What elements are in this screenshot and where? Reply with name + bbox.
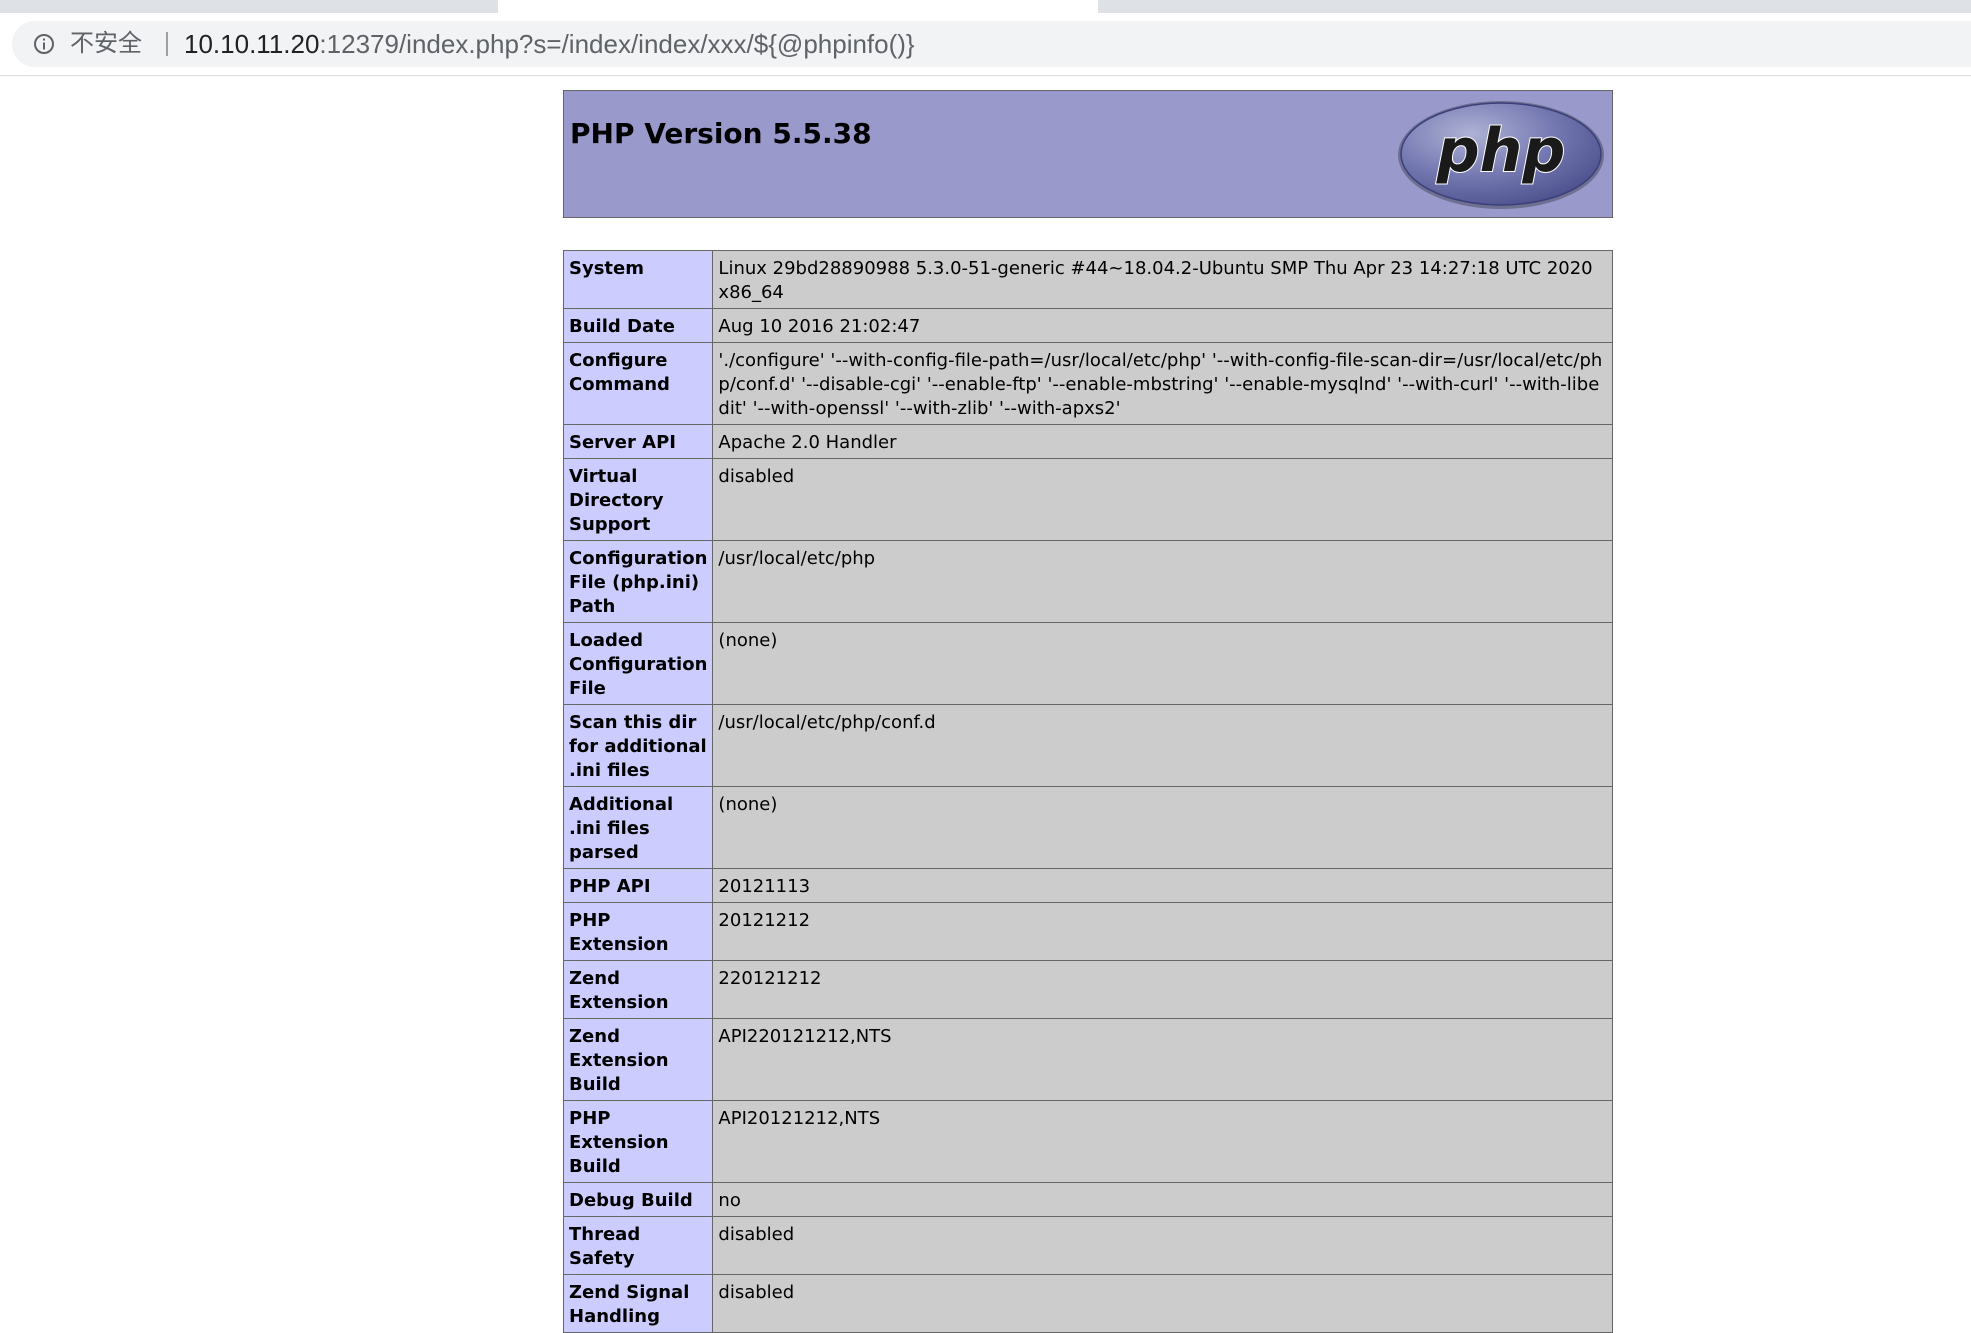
page-title: PHP Version 5.5.38 [570, 117, 872, 150]
table-row: Zend Extension 220121212 [562, 960, 1613, 1019]
row-key: Scan this dir for additional .ini files [562, 704, 714, 787]
table-row: PHP Extension Build API20121212,NTS [562, 1100, 1613, 1183]
row-value: API220121212,NTS [712, 1018, 1613, 1101]
php-logo-text: php [1436, 116, 1566, 186]
row-key: Loaded Configuration File [562, 622, 714, 705]
row-value: no [712, 1182, 1613, 1217]
row-value: disabled [712, 458, 1613, 541]
row-value: (none) [712, 786, 1613, 869]
tab-strip [0, 0, 1971, 13]
phpinfo-table: System Linux 29bd28890988 5.3.0-51-generi… [562, 250, 1613, 1333]
row-key: Zend Extension [562, 960, 714, 1019]
row-value: (none) [712, 622, 1613, 705]
row-key: System [562, 250, 714, 309]
row-value: './configure' '--with-config-file-path=/… [712, 342, 1613, 425]
table-row: PHP Extension 20121212 [562, 902, 1613, 961]
table-row: Thread Safety disabled [562, 1216, 1613, 1275]
row-key: Configure Command [562, 342, 714, 425]
row-key: Virtual Directory Support [562, 458, 714, 541]
table-row: Zend Signal Handling disabled [562, 1274, 1613, 1333]
row-value: /usr/local/etc/php/conf.d [712, 704, 1613, 787]
row-value: API20121212,NTS [712, 1100, 1613, 1183]
url-host: 10.10.11.20 [184, 29, 320, 59]
table-row: Scan this dir for additional .ini files /… [562, 704, 1613, 787]
row-value: 20121113 [712, 868, 1613, 903]
row-key: PHP API [562, 868, 714, 903]
row-key: Zend Signal Handling [562, 1274, 714, 1333]
row-value: 220121212 [712, 960, 1613, 1019]
row-value: Aug 10 2016 21:02:47 [712, 308, 1613, 343]
row-key: Thread Safety [562, 1216, 714, 1275]
row-key: Additional .ini files parsed [562, 786, 714, 869]
url-text[interactable]: 10.10.11.20:12379/index.php?s=/index/ind… [184, 29, 915, 59]
address-separator [166, 32, 168, 56]
table-row: Virtual Directory Support disabled [562, 458, 1613, 541]
table-row: Server API Apache 2.0 Handler [562, 424, 1613, 459]
row-value: disabled [712, 1274, 1613, 1333]
table-row: Configure Command './configure' '--with-c… [562, 342, 1613, 425]
row-key: PHP Extension [562, 902, 714, 961]
address-bar[interactable]: 不安全 10.10.11.20:12379/index.php?s=/index… [12, 21, 1971, 67]
php-header: PHP Version 5.5.38 php [563, 90, 1613, 218]
table-row: Zend Extension Build API220121212,NTS [562, 1018, 1613, 1101]
table-row: System Linux 29bd28890988 5.3.0-51-generi… [562, 250, 1613, 309]
tab-next[interactable] [1098, 0, 1971, 13]
row-key: Build Date [562, 308, 714, 343]
row-key: Zend Extension Build [562, 1018, 714, 1101]
row-value: Apache 2.0 Handler [712, 424, 1613, 459]
table-row: Build Date Aug 10 2016 21:02:47 [562, 308, 1613, 343]
tab-active[interactable] [498, 0, 1098, 13]
table-row: Additional .ini files parsed (none) [562, 786, 1613, 869]
table-row: Configuration File (php.ini) Path/usr/lo… [562, 540, 1613, 623]
row-key: Configuration File (php.ini) Path [562, 540, 714, 623]
phpinfo-content: PHP Version 5.5.38 php System Linux 29bd2… [562, 90, 1613, 1333]
security-label[interactable]: 不安全 [70, 30, 142, 58]
row-key: Server API [562, 424, 714, 459]
table-row: PHP API 20121113 [562, 868, 1613, 903]
table-row: Loaded Configuration File (none) [562, 622, 1613, 705]
tab-previous[interactable] [0, 0, 498, 13]
row-value: disabled [712, 1216, 1613, 1275]
table-row: Debug Build no [562, 1182, 1613, 1217]
info-icon[interactable] [32, 32, 56, 56]
php-logo-icon: php [1398, 101, 1604, 209]
row-key: Debug Build [562, 1182, 714, 1217]
row-value: 20121212 [712, 902, 1613, 961]
url-path: :12379/index.php?s=/index/index/xxx/${@p… [319, 29, 915, 59]
row-value: Linux 29bd28890988 5.3.0-51-generic #44~… [712, 250, 1613, 309]
browser-toolbar: 不安全 10.10.11.20:12379/index.php?s=/index… [0, 13, 1971, 76]
row-value: /usr/local/etc/php [712, 540, 1613, 623]
row-key: PHP Extension Build [562, 1100, 714, 1183]
